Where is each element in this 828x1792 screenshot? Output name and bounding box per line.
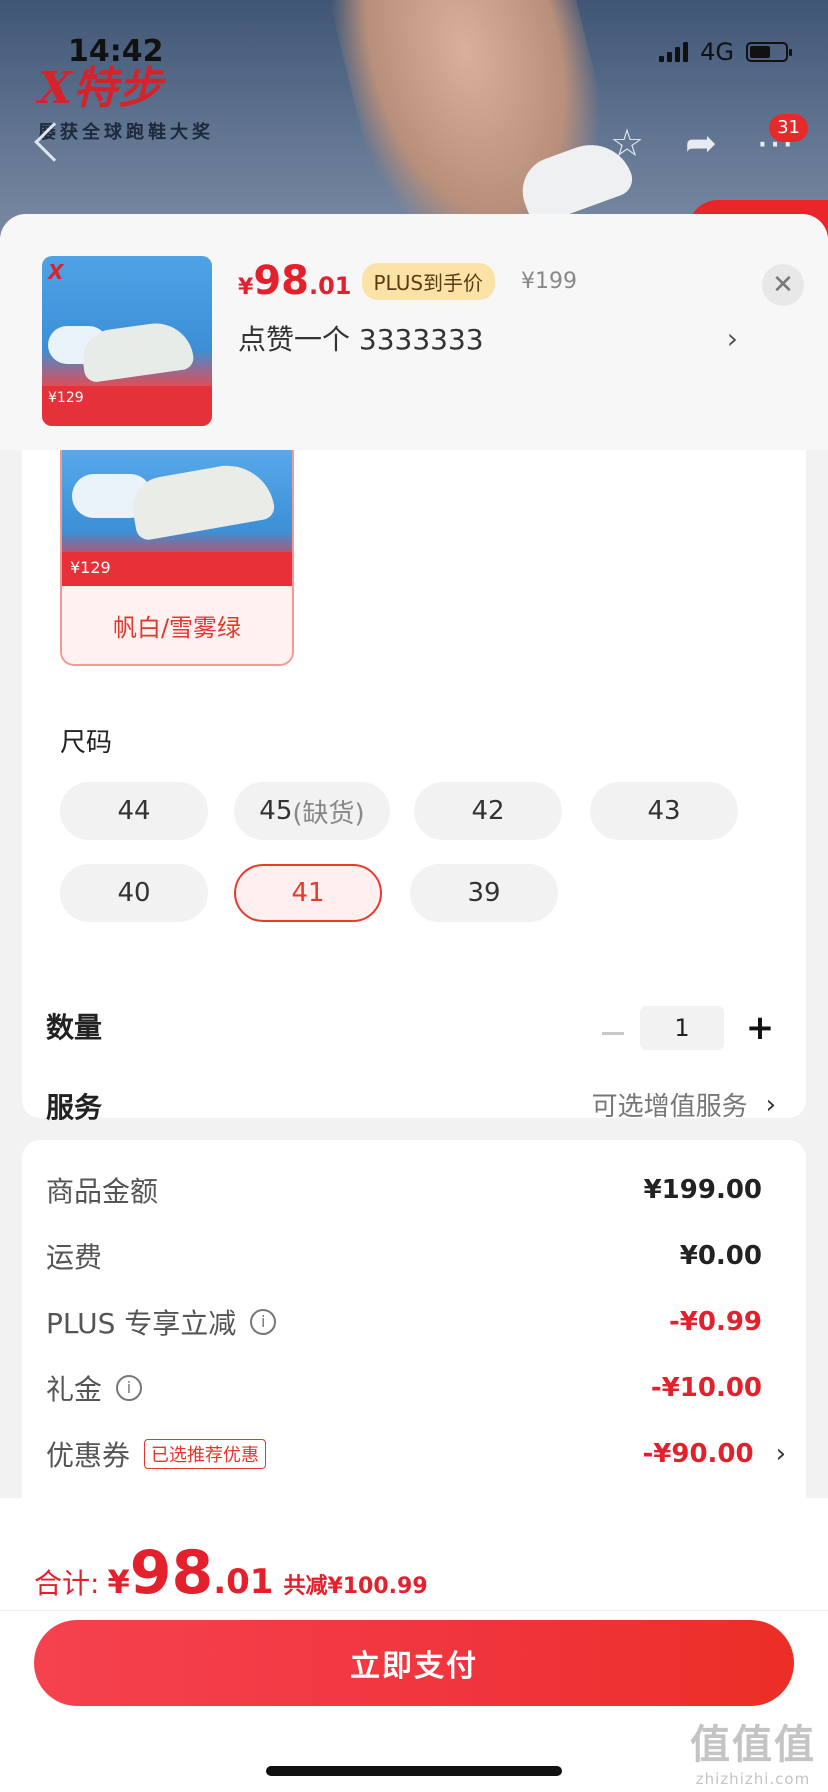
price-row-label: PLUS 专享立减: [46, 1307, 237, 1340]
color-option-selected[interactable]: ¥129 帆白/雪雾绿: [60, 450, 294, 666]
size-chip-label: 39: [467, 878, 501, 908]
total-decimal: .01: [213, 1562, 274, 1602]
info-icon[interactable]: i: [116, 1375, 143, 1401]
sheet-header: X ¥129 ¥ 98 .01 PLUS到手价 ¥199 ✕ 点赞一个 3333…: [0, 214, 828, 450]
plus-price-badge: PLUS到手价: [361, 262, 496, 300]
watermark-url: zhizhizhi.com: [695, 1770, 811, 1788]
size-chip-43[interactable]: 43: [590, 782, 738, 840]
price-row-value: ¥0.00: [679, 1241, 762, 1271]
price-row-label: 运费: [46, 1241, 103, 1274]
thumb-brand-logo-icon: X: [48, 260, 64, 284]
price-row-value: -¥90.00: [642, 1439, 754, 1469]
size-chip-label: 40: [117, 878, 151, 908]
total-label: 合计:: [34, 1567, 100, 1600]
close-button[interactable]: ✕: [762, 264, 804, 306]
size-chip-41[interactable]: 41: [234, 864, 382, 922]
price-currency: ¥: [238, 275, 254, 300]
size-section-title: 尺码: [60, 728, 113, 758]
total-currency: ¥: [107, 1563, 130, 1601]
out-of-stock-note: (缺货): [292, 798, 365, 829]
sneaker-image: [127, 458, 277, 542]
quantity-label: 数量: [46, 1011, 103, 1044]
price-row-label: 商品金额: [46, 1175, 159, 1208]
size-chip-45[interactable]: 45 (缺货): [234, 782, 390, 840]
watermark-logo: 值值值: [690, 1722, 816, 1768]
value-added-service-link[interactable]: 可选增值服务 ›: [592, 1086, 776, 1123]
coupon-recommended-tag: 已选推荐优惠: [144, 1439, 267, 1469]
chevron-right-icon: ›: [775, 1439, 786, 1469]
price-decimal: .01: [308, 272, 352, 300]
size-chip-label: 42: [471, 796, 505, 826]
total-savings: 共减¥100.99: [283, 1574, 428, 1599]
chevron-right-icon: ›: [765, 1089, 776, 1120]
quantity-input[interactable]: 1: [640, 1006, 724, 1050]
service-hint-text: 可选增值服务: [591, 1092, 748, 1122]
options-card: ¥129 帆白/雪雾绿 尺码 44 45 (缺货) 42 43 40 41 39 …: [22, 450, 806, 1124]
selected-spec-row[interactable]: 点赞一个 3333333 ›: [238, 318, 738, 358]
checkout-footer: 合计: ¥ 98 .01 共减¥100.99 立即支付 值值值 zhizhizh…: [0, 1498, 828, 1792]
quantity-increment-button[interactable]: +: [740, 1008, 780, 1048]
price-row-coupon[interactable]: 优惠券 已选推荐优惠 -¥90.00 ›: [46, 1434, 786, 1474]
price-row-label: 优惠券: [46, 1439, 131, 1472]
size-chip-label: 41: [291, 878, 325, 908]
product-thumbnail[interactable]: X ¥129: [42, 256, 212, 426]
selected-spec-text: 点赞一个 3333333: [238, 323, 484, 356]
size-chip-label: 43: [647, 796, 681, 826]
star-icon[interactable]: ☆: [604, 120, 650, 166]
cart-badge: 31: [769, 114, 808, 142]
price-row-value: ¥199.00: [643, 1175, 762, 1205]
price-integer: 98: [253, 258, 309, 304]
price-row-plus-discount: PLUS 专享立减 i -¥0.99: [46, 1302, 762, 1342]
share-icon[interactable]: ➦: [678, 120, 724, 166]
size-chip-40[interactable]: 40: [60, 864, 208, 922]
home-indicator[interactable]: [266, 1766, 562, 1776]
color-option-label: 帆白/雪雾绿: [112, 614, 242, 642]
pay-now-button[interactable]: 立即支付: [34, 1620, 794, 1706]
service-label: 服务: [46, 1091, 103, 1124]
price-row-subtotal: 商品金额 ¥199.00: [46, 1170, 762, 1210]
size-chip-39[interactable]: 39: [410, 864, 558, 922]
info-icon[interactable]: i: [250, 1309, 277, 1335]
size-chip-label: 44: [117, 796, 151, 826]
size-chip-42[interactable]: 42: [414, 782, 562, 840]
color-price-banner: ¥129: [62, 552, 292, 586]
site-watermark: 值值值 zhizhizhi.com: [690, 1712, 816, 1788]
color-option-image: ¥129: [62, 450, 292, 586]
price-row-shipping: 运费 ¥0.00: [46, 1236, 762, 1276]
price-row-value: -¥10.00: [650, 1373, 762, 1403]
status-time: 14:42: [68, 34, 164, 69]
price-row-value: -¥0.99: [668, 1307, 762, 1337]
signal-icon: [659, 42, 689, 62]
price-row-label: 礼金: [46, 1373, 103, 1406]
price-row-gift-money: 礼金 i -¥10.00: [46, 1368, 762, 1408]
order-total: 合计: ¥ 98 .01 共减¥100.99: [34, 1538, 428, 1608]
size-chip-44[interactable]: 44: [60, 782, 208, 840]
divider: [0, 1610, 828, 1611]
price-breakdown-card: 商品金额 ¥199.00 运费 ¥0.00 PLUS 专享立减 i -¥0.99…: [22, 1140, 806, 1560]
original-price: ¥199: [521, 268, 578, 294]
thumb-price-banner: ¥129: [42, 386, 212, 426]
total-integer: 98: [129, 1538, 214, 1608]
network-type: 4G: [700, 38, 734, 66]
chevron-right-icon: ›: [726, 321, 738, 355]
battery-icon: [746, 42, 792, 62]
size-chip-label: 45: [259, 796, 293, 826]
quantity-decrement-button[interactable]: [602, 1032, 624, 1035]
status-indicators: 4G: [659, 38, 792, 66]
sheet-price: ¥ 98 .01 PLUS到手价 ¥199: [238, 258, 577, 304]
